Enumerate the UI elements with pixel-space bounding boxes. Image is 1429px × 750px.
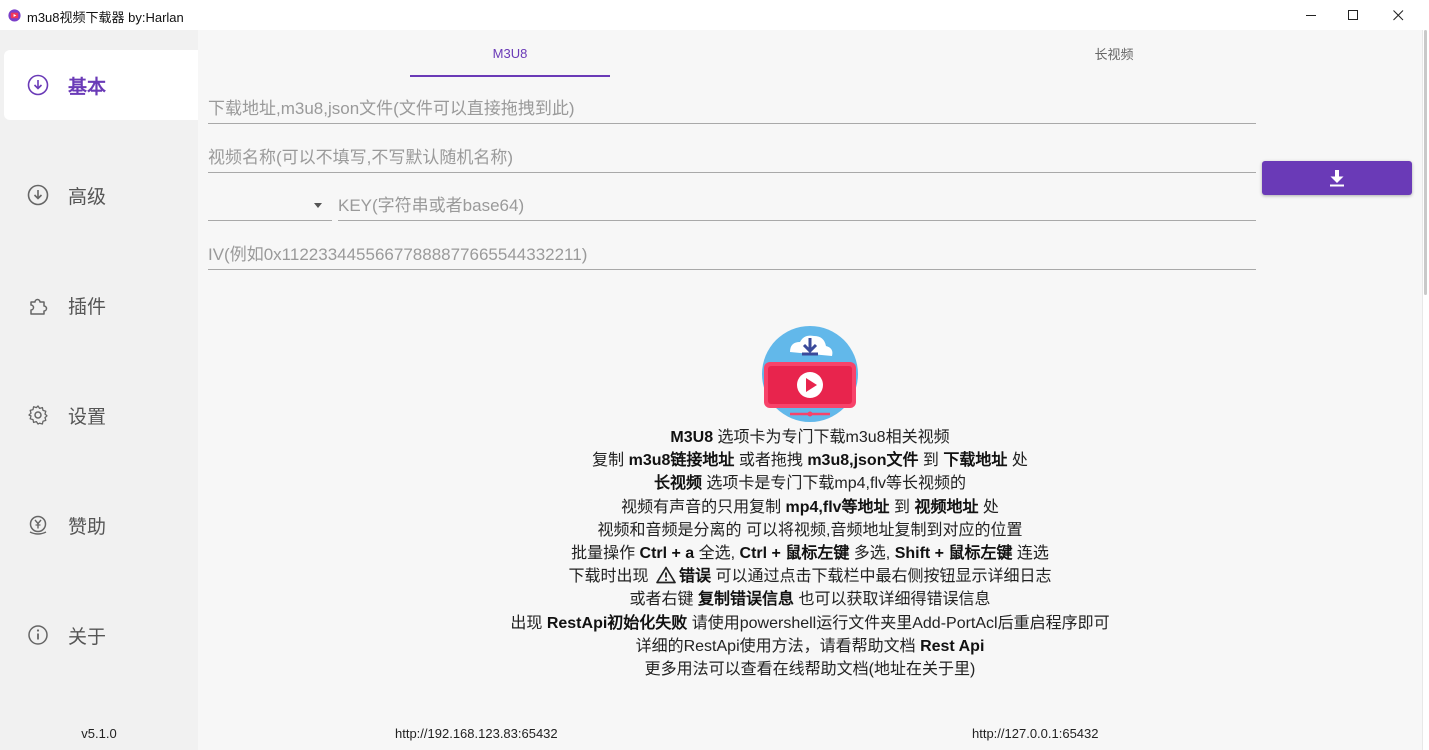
close-button[interactable] <box>1375 0 1421 30</box>
help-line: 视频和音频是分离的 可以将视频,音频地址复制到对应的位置 <box>597 521 1023 539</box>
help-line: 更多用法可以查看在线帮助文档(地址在关于里) <box>644 661 976 679</box>
scrollbar-thumb[interactable] <box>1424 30 1427 295</box>
main-panel: M3U8 长视频 M3U8 选项卡为专门 <box>198 30 1422 750</box>
sidebar-item-basic[interactable]: 基本 <box>4 50 198 120</box>
title-bar: m3u8视频下载器 by:Harlan <box>0 0 1429 30</box>
gear-icon <box>26 403 50 427</box>
app-logo-icon <box>8 9 21 22</box>
sidebar-item-advanced[interactable]: 高级 <box>4 160 198 230</box>
help-text: M3U8 选项卡为专门下载m3u8相关视频 复制 m3u8链接地址 或者拖拽 m… <box>410 426 1210 681</box>
lan-api-url[interactable]: http://192.168.123.83:65432 <box>395 726 558 741</box>
sidebar-item-sponsor[interactable]: 赞助 <box>4 490 198 560</box>
video-download-illustration-icon <box>762 326 858 422</box>
tab-long-video[interactable]: 长视频 <box>1014 30 1214 77</box>
sidebar-item-settings[interactable]: 设置 <box>4 380 198 450</box>
sidebar: 基本 高级 插件 设置 赞助 关于 v5.1.0 <box>0 30 198 750</box>
minimize-icon <box>1305 14 1316 16</box>
sidebar-item-label: 插件 <box>68 296 107 318</box>
key-field <box>338 191 1256 221</box>
warning-icon <box>656 566 676 584</box>
encryption-method-select[interactable] <box>208 191 332 221</box>
sidebar-item-label: 高级 <box>68 186 107 208</box>
sidebar-item-label: 赞助 <box>68 516 107 538</box>
maximize-button[interactable] <box>1330 0 1376 30</box>
puzzle-icon <box>26 293 50 317</box>
caret-down-icon <box>314 203 322 208</box>
help-line: 或者右键 复制错误信息 也可以获取详细得错误信息 <box>629 591 991 609</box>
sidebar-item-plugins[interactable]: 插件 <box>4 270 198 340</box>
maximize-icon <box>1347 9 1358 20</box>
video-name-input[interactable] <box>208 143 1256 172</box>
help-line: 复制 m3u8链接地址 或者拖拽 m3u8,json文件 到 下载地址 处 <box>592 452 1028 470</box>
help-line: 详细的RestApi使用方法，请看帮助文档 Rest Api <box>635 637 985 655</box>
help-line: 下载时出现 错误 可以通过点击下载栏中最右侧按钮显示详细日志 <box>568 566 1052 586</box>
window-title: m3u8视频下载器 by:Harlan <box>27 10 184 25</box>
download-circle-icon <box>26 73 50 97</box>
help-line: 批量操作 Ctrl + a 全选, Ctrl + 鼠标左键 多选, Shift … <box>571 545 1049 563</box>
download-url-input[interactable] <box>208 94 1256 123</box>
info-icon <box>26 623 50 647</box>
help-line: M3U8 选项卡为专门下载m3u8相关视频 <box>670 429 950 446</box>
sidebar-item-label: 关于 <box>68 626 107 648</box>
app-version: v5.1.0 <box>81 726 117 741</box>
help-line: 视频有声音的只用复制 mp4,flv等地址 到 视频地址 处 <box>621 498 999 516</box>
local-api-url[interactable]: http://127.0.0.1:65432 <box>972 726 1099 741</box>
close-icon <box>1392 9 1403 20</box>
help-line: 长视频 选项卡是专门下载mp4,flv等长视频的 <box>653 475 967 493</box>
sidebar-item-about[interactable]: 关于 <box>4 600 198 670</box>
minimize-button[interactable] <box>1288 0 1334 30</box>
download-icon <box>1330 170 1344 187</box>
iv-input[interactable] <box>208 240 1256 269</box>
tab-active-indicator <box>410 75 610 77</box>
download-button[interactable] <box>1262 161 1412 195</box>
tab-m3u8[interactable]: M3U8 <box>410 30 610 77</box>
download-url-field <box>208 94 1256 124</box>
help-line: 出现 RestApi初始化失败 请使用powershell运行文件夹里Add-P… <box>510 614 1110 632</box>
yen-coin-icon <box>26 513 50 537</box>
download-circle-icon <box>26 183 50 207</box>
key-input[interactable] <box>338 191 1256 220</box>
video-name-field <box>208 143 1256 173</box>
sidebar-item-label: 基本 <box>68 76 107 98</box>
sidebar-item-label: 设置 <box>68 406 107 428</box>
iv-field <box>208 240 1256 270</box>
